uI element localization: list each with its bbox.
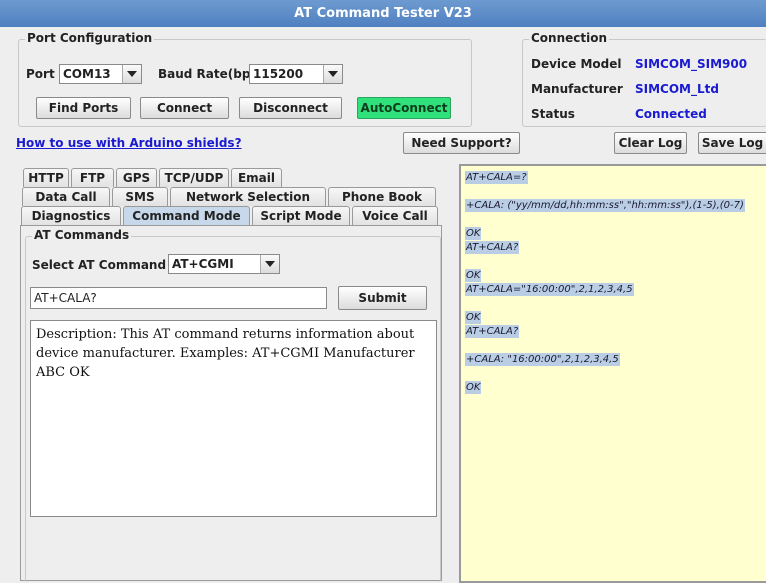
tab-command-mode[interactable]: Command Mode — [123, 206, 250, 225]
autoconnect-button[interactable]: AutoConnect — [357, 97, 451, 119]
at-command-select[interactable]: AT+CGMI — [168, 254, 280, 274]
status-value: Connected — [635, 107, 707, 121]
chevron-down-icon[interactable] — [260, 255, 279, 273]
save-log-button[interactable]: Save Log — [698, 132, 766, 154]
tab-network-selection[interactable]: Network Selection — [170, 187, 326, 206]
status-label: Status — [531, 107, 575, 121]
port-label: Port — [26, 67, 55, 81]
connect-button[interactable]: Connect — [140, 97, 229, 119]
port-configuration-title: Port Configuration — [25, 31, 155, 45]
tab-sms[interactable]: SMS — [112, 187, 168, 206]
tab-script-mode[interactable]: Script Mode — [252, 206, 350, 225]
log-line: AT+CALA? — [465, 241, 520, 254]
baud-rate-select[interactable]: 115200 — [249, 64, 343, 84]
manufacturer-label: Manufacturer — [531, 82, 623, 96]
log-line: OK — [465, 227, 482, 240]
tab-data-call[interactable]: Data Call — [22, 187, 110, 206]
tab-ftp[interactable]: FTP — [71, 168, 114, 187]
find-ports-button[interactable]: Find Ports — [36, 97, 131, 119]
clear-log-button[interactable]: Clear Log — [614, 132, 687, 154]
arduino-shields-link[interactable]: How to use with Arduino shields? — [16, 136, 242, 150]
need-support-button[interactable]: Need Support? — [403, 132, 520, 154]
select-at-command-label: Select AT Command — [32, 258, 167, 272]
at-commands-title: AT Commands — [32, 228, 132, 242]
log-line: +CALA: ("yy/mm/dd,hh:mm:ss","hh:mm:ss"),… — [465, 199, 745, 212]
manufacturer-value: SIMCOM_Ltd — [635, 82, 719, 96]
log-line: AT+CALA="16:00:00",2,1,2,3,4,5 — [465, 283, 634, 296]
device-model-value: SIMCOM_SIM900 — [635, 57, 748, 71]
tab-email[interactable]: Email — [231, 168, 282, 187]
tab-tcp-udp[interactable]: TCP/UDP — [159, 168, 229, 187]
log-line: OK — [465, 311, 482, 324]
log-line: OK — [465, 269, 482, 282]
log-output[interactable]: AT+CALA=? +CALA: ("yy/mm/dd,hh:mm:ss","h… — [459, 164, 766, 583]
tab-diagnostics[interactable]: Diagnostics — [21, 206, 121, 225]
disconnect-button[interactable]: Disconnect — [239, 97, 342, 119]
chevron-down-icon[interactable] — [323, 65, 342, 83]
log-line: +CALA: "16:00:00",2,1,2,3,4,5 — [465, 353, 620, 366]
log-line: OK — [465, 381, 482, 394]
port-select[interactable]: COM13 — [59, 64, 142, 84]
command-description: Description: This AT command returns inf… — [30, 320, 437, 517]
log-line: AT+CALA=? — [465, 171, 528, 184]
device-model-label: Device Model — [531, 57, 622, 71]
log-line: AT+CALA? — [465, 325, 520, 338]
chevron-down-icon[interactable] — [122, 65, 141, 83]
submit-button[interactable]: Submit — [338, 286, 427, 310]
baud-rate-label: Baud Rate(bps) — [158, 67, 264, 81]
tab-voice-call[interactable]: Voice Call — [352, 206, 438, 225]
tab-http[interactable]: HTTP — [23, 168, 69, 187]
at-command-select-value: AT+CGMI — [172, 257, 234, 271]
connection-title: Connection — [529, 31, 610, 45]
tab-phone-book[interactable]: Phone Book — [328, 187, 436, 206]
tab-gps[interactable]: GPS — [116, 168, 157, 187]
baud-rate-select-value: 115200 — [253, 67, 304, 81]
window-title: AT Command Tester V23 — [0, 0, 766, 27]
at-command-input[interactable]: AT+CALA? — [30, 287, 327, 309]
port-select-value: COM13 — [63, 67, 111, 81]
